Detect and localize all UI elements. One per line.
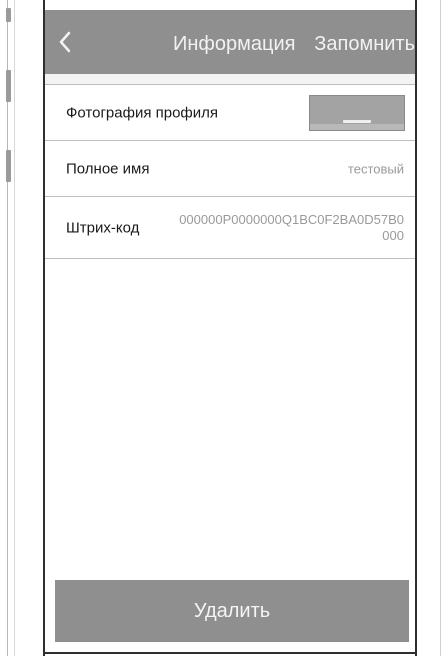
- profile-info-list: Фотография профиля Полное имя тестовый Ш…: [45, 84, 415, 259]
- full-name-value: тестовый: [347, 161, 404, 176]
- full-name-row[interactable]: Полное имя тестовый: [45, 141, 415, 197]
- device-right-edge: [440, 0, 441, 656]
- barcode-label: Штрих-код: [66, 219, 140, 236]
- navigation-bar: Информация Запомнить: [45, 10, 415, 74]
- device-edge-inner: [14, 0, 15, 656]
- save-button[interactable]: Запомнить: [314, 32, 415, 56]
- thumbnail-shade: [310, 124, 404, 130]
- barcode-row: Штрих-код 000000P0000000Q1BC0F2BA0D57B00…: [45, 197, 415, 259]
- page-title: Информация: [173, 33, 296, 55]
- device-volume-down-button: [6, 150, 11, 182]
- profile-photo-label: Фотография профиля: [66, 104, 219, 121]
- screen-bottom-border: [45, 652, 415, 654]
- chevron-left-icon: [59, 31, 71, 53]
- profile-photo-row[interactable]: Фотография профиля: [45, 85, 415, 141]
- back-button[interactable]: [55, 28, 79, 56]
- full-name-label: Полное имя: [66, 160, 150, 177]
- barcode-value: 000000P0000000Q1BC0F2BA0D57B0000: [179, 211, 404, 243]
- page: Информация Запомнить Фотография профиля …: [0, 0, 448, 656]
- thumbnail-bar: [343, 120, 371, 123]
- device-volume-up-button: [6, 70, 11, 102]
- profile-photo-thumbnail[interactable]: [309, 95, 405, 131]
- phone-screen: Информация Запомнить Фотография профиля …: [43, 0, 417, 656]
- device-side-button: [6, 8, 11, 22]
- delete-button[interactable]: Удалить: [55, 580, 409, 642]
